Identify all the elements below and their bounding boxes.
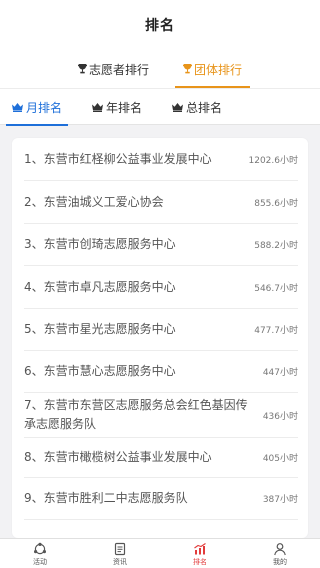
tab-group-ranking-label: 团体排行 <box>194 62 243 77</box>
tab-group-ranking[interactable]: 团体排行 <box>175 50 251 88</box>
list-item[interactable]: 6、东营市慧心志愿服务中心 447小时 <box>24 351 298 393</box>
list-item[interactable]: 8、东营市橄榄树公益事业发展中心 405小时 <box>24 438 298 478</box>
tab-volunteer-ranking[interactable]: 志愿者排行 <box>70 50 157 88</box>
page-title: 排名 <box>145 18 175 34</box>
nav-activity[interactable]: 活动 <box>0 539 80 568</box>
crown-icon <box>172 102 184 112</box>
list-item[interactable]: 9、东营市胜利二中志愿服务队 387小时 <box>24 478 298 520</box>
tab-monthly-ranking[interactable]: 月排名 <box>6 89 69 126</box>
group-name: 1、东营市红柽柳公益事业发展中心 <box>24 151 212 166</box>
list-item[interactable]: 7、东营市东营区志愿服务总会红色基因传承志愿服务队 436小时 <box>24 393 298 438</box>
nav-news-label: 资讯 <box>113 557 127 566</box>
news-icon <box>114 542 126 555</box>
nav-profile[interactable]: 我的 <box>240 539 320 568</box>
group-name: 4、东营市卓凡志愿服务中心 <box>24 279 176 294</box>
tab-total-ranking-label: 总排名 <box>186 100 223 115</box>
nav-profile-label: 我的 <box>273 557 287 566</box>
activity-icon <box>34 542 46 554</box>
crown-icon <box>92 102 104 112</box>
service-hours: 436小时 <box>262 411 298 422</box>
ranking-list: 1、东营市红柽柳公益事业发展中心 1202.6小时 2、东营油城义工爱心协会 8… <box>12 138 308 538</box>
list-item[interactable]: 5、东营市星光志愿服务中心 477.7小时 <box>24 309 298 351</box>
tab-volunteer-ranking-label: 志愿者排行 <box>88 62 149 77</box>
ranking-chart-icon <box>194 542 206 554</box>
service-hours: 588.2小时 <box>254 241 298 251</box>
bottom-nav: 活动 资讯 排名 我的 <box>0 538 320 568</box>
group-name: 7、东营市东营区志愿服务总会红色基因传承志愿服务队 <box>24 398 248 431</box>
list-item[interactable]: 3、东营市创琦志愿服务中心 588.2小时 <box>24 224 298 266</box>
service-hours: 546.7小时 <box>254 283 298 294</box>
tab-total-ranking[interactable]: 总排名 <box>166 89 228 125</box>
trophy-icon <box>183 64 192 74</box>
main-tabs: 志愿者排行 团体排行 <box>0 50 320 88</box>
group-name: 3、东营市创琦志愿服务中心 <box>24 237 176 251</box>
service-hours: 405小时 <box>262 454 298 464</box>
trophy-icon <box>77 64 87 74</box>
group-name: 9、东营市胜利二中志愿服务队 <box>24 491 188 505</box>
service-hours: 855.6小时 <box>254 198 298 209</box>
service-hours: 477.7小时 <box>254 326 298 336</box>
period-tabs: 月排名 年排名 总排名 <box>0 88 320 126</box>
nav-ranking[interactable]: 排名 <box>160 539 240 568</box>
service-hours: 387小时 <box>262 495 298 505</box>
crown-icon <box>12 102 23 112</box>
group-name: 2、东营油城义工爱心协会 <box>24 194 164 209</box>
nav-news[interactable]: 资讯 <box>80 539 160 568</box>
tab-yearly-ranking-label: 年排名 <box>106 100 143 115</box>
nav-activity-label: 活动 <box>33 557 47 566</box>
tab-monthly-ranking-label: 月排名 <box>26 100 63 115</box>
list-item[interactable]: 4、东营市卓凡志愿服务中心 546.7小时 <box>24 266 298 309</box>
service-hours: 1202.6小时 <box>248 155 299 166</box>
group-name: 8、东营市橄榄树公益事业发展中心 <box>24 450 212 464</box>
tab-yearly-ranking[interactable]: 年排名 <box>86 89 148 125</box>
list-item[interactable]: 2、东营油城义工爱心协会 855.6小时 <box>24 181 298 224</box>
nav-ranking-label: 排名 <box>193 557 207 566</box>
service-hours: 447小时 <box>262 368 298 378</box>
profile-icon <box>274 542 286 555</box>
list-item[interactable]: 1、东营市红柽柳公益事业发展中心 1202.6小时 <box>24 138 298 181</box>
app-header: 排名 <box>0 0 320 50</box>
group-name: 6、东营市慧心志愿服务中心 <box>24 364 176 378</box>
group-name: 5、东营市星光志愿服务中心 <box>24 322 176 336</box>
